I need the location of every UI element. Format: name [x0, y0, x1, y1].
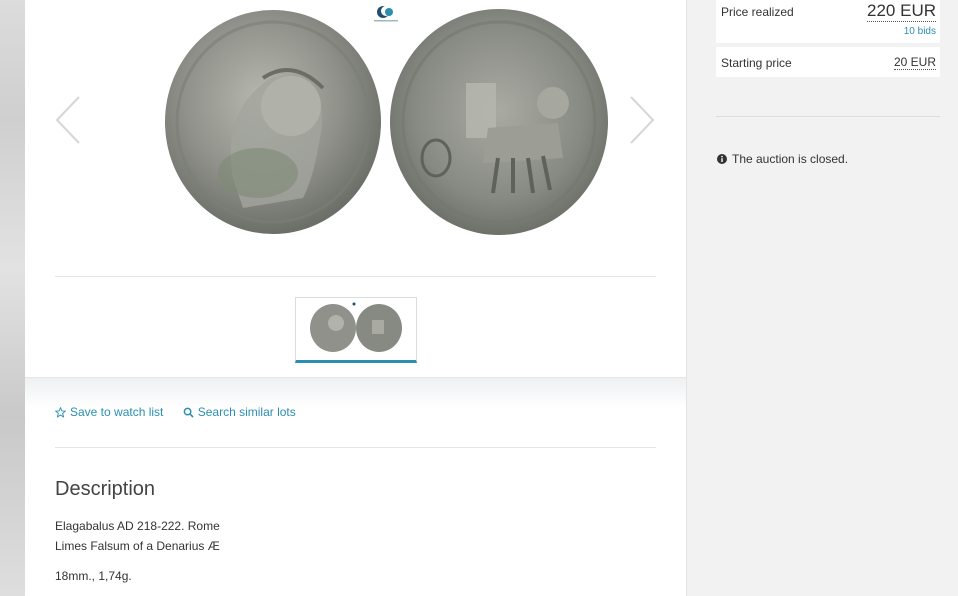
search-similar-lots-label: Search similar lots [197, 405, 296, 419]
search-icon [183, 407, 194, 418]
save-to-watchlist-link[interactable]: Save to watch list [55, 405, 163, 419]
chevron-left-icon[interactable] [55, 95, 83, 145]
coin-reverse-image [390, 9, 608, 235]
auction-status: The auction is closed. [717, 152, 848, 166]
bid-count-link[interactable]: 10 bids [904, 26, 936, 37]
page-background [0, 0, 25, 596]
price-realized-value[interactable]: 220 EUR [867, 1, 936, 22]
description-line-2: Limes Falsum of a Denarius Æ [55, 539, 220, 553]
price-realized-box: Price realized 220 EUR 10 bids [716, 0, 940, 43]
section-divider [25, 377, 686, 408]
search-similar-lots-link[interactable]: Search similar lots [183, 405, 296, 419]
star-icon [55, 406, 66, 418]
info-icon [717, 154, 727, 164]
divider [55, 447, 656, 448]
lot-actions: Save to watch list Search similar lots [55, 405, 312, 421]
starting-price-box: Starting price 20 EUR [716, 47, 940, 77]
thumbnail-selected[interactable] [295, 297, 417, 363]
description-line-1: Elagabalus AD 218-222. Rome [55, 519, 220, 533]
starting-price-label: Starting price [721, 56, 792, 70]
chevron-right-icon[interactable] [627, 95, 655, 145]
starting-price-value[interactable]: 20 EUR [893, 55, 936, 70]
coin-obverse-image [165, 10, 381, 234]
description-line-3: 18mm., 1,74g. [55, 569, 132, 583]
lot-main-card: Save to watch list Search similar lots D… [25, 0, 687, 596]
image-gallery [55, 0, 656, 277]
price-realized-label: Price realized [721, 5, 794, 19]
divider [716, 116, 940, 117]
save-to-watchlist-label: Save to watch list [70, 405, 164, 419]
description-heading: Description [55, 478, 156, 500]
auction-closed-text: The auction is closed. [732, 152, 849, 166]
thumbnail-image [310, 302, 402, 352]
